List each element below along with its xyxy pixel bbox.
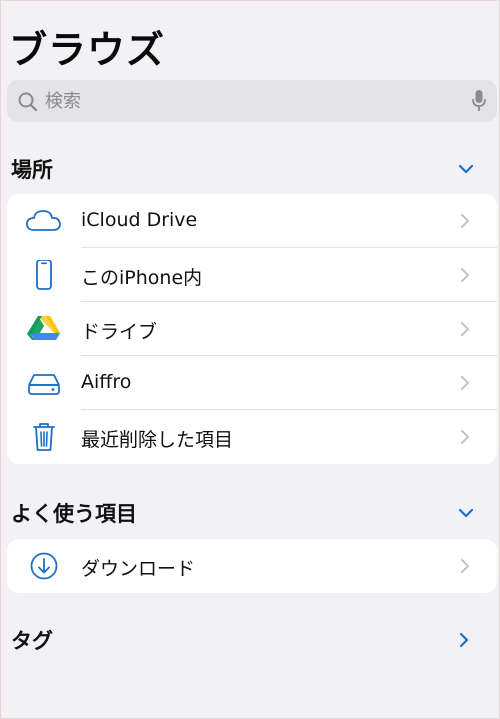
list-item-google-drive[interactable]: ドライブ — [7, 302, 497, 356]
chevron-right-icon[interactable] — [453, 629, 475, 651]
section-header-locations[interactable]: 場所 — [1, 148, 500, 188]
list-item-label: iCloud Drive — [81, 209, 198, 231]
section-header-favorites[interactable]: よく使う項目 — [1, 492, 500, 532]
microphone-icon[interactable] — [471, 89, 487, 113]
favorites-list: ダウンロード — [7, 539, 497, 593]
list-item-recently-deleted[interactable]: 最近削除した項目 — [7, 410, 497, 464]
section-header-tags[interactable]: タグ — [1, 619, 500, 659]
list-item-label: 最近削除した項目 — [81, 429, 234, 451]
list-item-icloud-drive[interactable]: iCloud Drive — [7, 194, 497, 248]
search-bar[interactable] — [7, 80, 497, 122]
locations-list: iCloud Drive このiPhone内 ドライブ Aiffro 最近削除し… — [7, 194, 497, 464]
list-item-aiffro[interactable]: Aiffro — [7, 356, 497, 410]
chevron-right-icon — [461, 559, 469, 573]
list-item-label: このiPhone内 — [81, 267, 203, 289]
download-icon — [30, 552, 58, 580]
google-drive-icon — [27, 316, 60, 340]
page-title: ブラウズ — [9, 28, 166, 72]
cloud-icon — [26, 210, 61, 231]
section-title-favorites: よく使う項目 — [11, 502, 137, 526]
chevron-right-icon — [461, 214, 469, 228]
list-item-downloads[interactable]: ダウンロード — [7, 539, 497, 593]
trash-icon — [33, 423, 55, 451]
chevron-right-icon — [461, 430, 469, 444]
chevron-right-icon — [461, 322, 469, 336]
section-title-locations: 場所 — [11, 158, 53, 182]
chevron-down-icon[interactable] — [455, 502, 477, 524]
iphone-icon — [36, 260, 52, 290]
search-icon — [18, 92, 38, 112]
chevron-right-icon — [461, 376, 469, 390]
section-title-tags: タグ — [11, 629, 53, 653]
list-item-label: ドライブ — [81, 321, 158, 343]
list-item-label: ダウンロード — [81, 558, 196, 580]
search-input[interactable] — [45, 84, 445, 118]
chevron-right-icon — [461, 268, 469, 282]
list-item-this-iphone[interactable]: このiPhone内 — [7, 248, 497, 302]
external-drive-icon — [28, 374, 60, 395]
chevron-down-icon[interactable] — [455, 158, 477, 180]
list-item-label: Aiffro — [81, 371, 132, 393]
